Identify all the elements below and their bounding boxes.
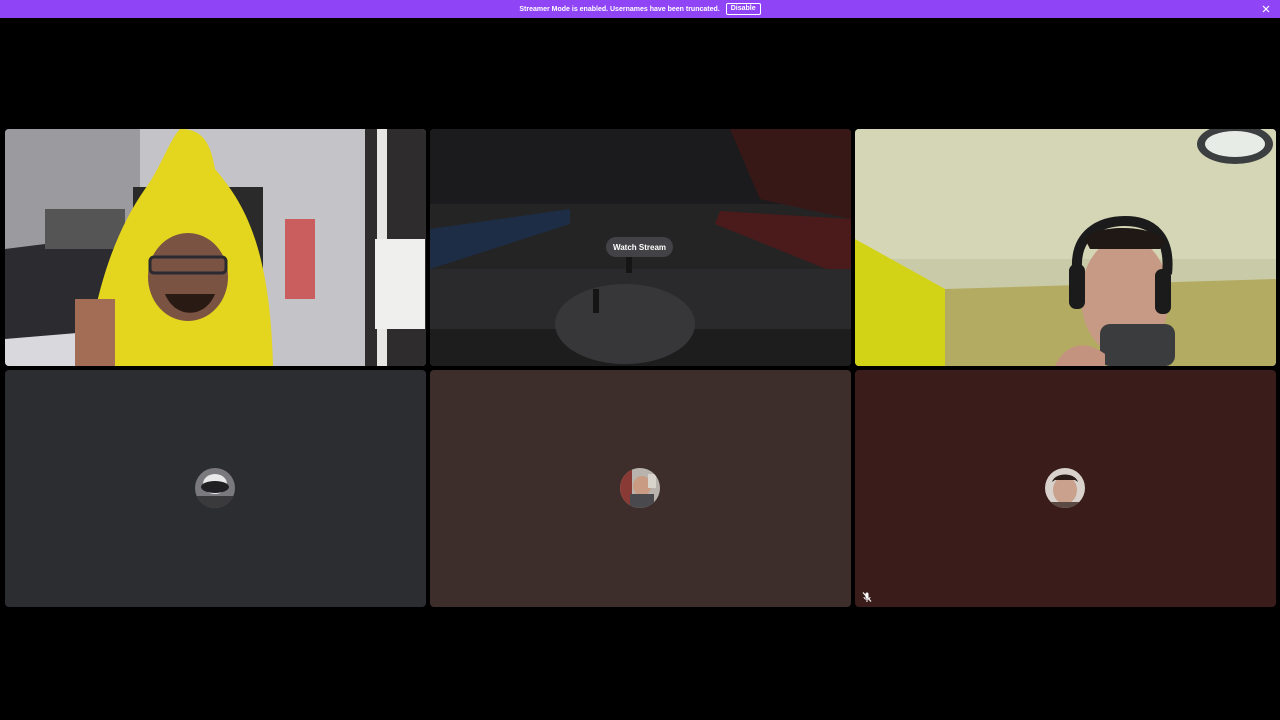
disable-streamer-mode-button[interactable]: Disable — [725, 3, 761, 15]
stream-preview-tile[interactable]: Watch Stream — [430, 129, 851, 366]
participant-avatar-tile-4[interactable] — [5, 370, 426, 607]
avatar — [195, 468, 235, 508]
close-icon[interactable] — [1261, 3, 1271, 15]
participant-video-tile-3[interactable] — [855, 129, 1276, 366]
streamer-mode-banner: Streamer Mode is enabled. Usernames have… — [0, 0, 1280, 18]
streamer-mode-message: Streamer Mode is enabled. Usernames have… — [519, 5, 720, 13]
avatar — [1045, 468, 1085, 508]
participant-video-1 — [5, 129, 426, 366]
watch-stream-button[interactable]: Watch Stream — [606, 237, 673, 257]
avatar — [620, 468, 660, 508]
participant-video-3 — [855, 129, 1276, 366]
participant-video-tile-1[interactable] — [5, 129, 426, 366]
participant-avatar-tile-6[interactable] — [855, 370, 1276, 607]
mic-muted-icon — [861, 590, 873, 602]
participant-avatar-tile-5[interactable] — [430, 370, 851, 607]
